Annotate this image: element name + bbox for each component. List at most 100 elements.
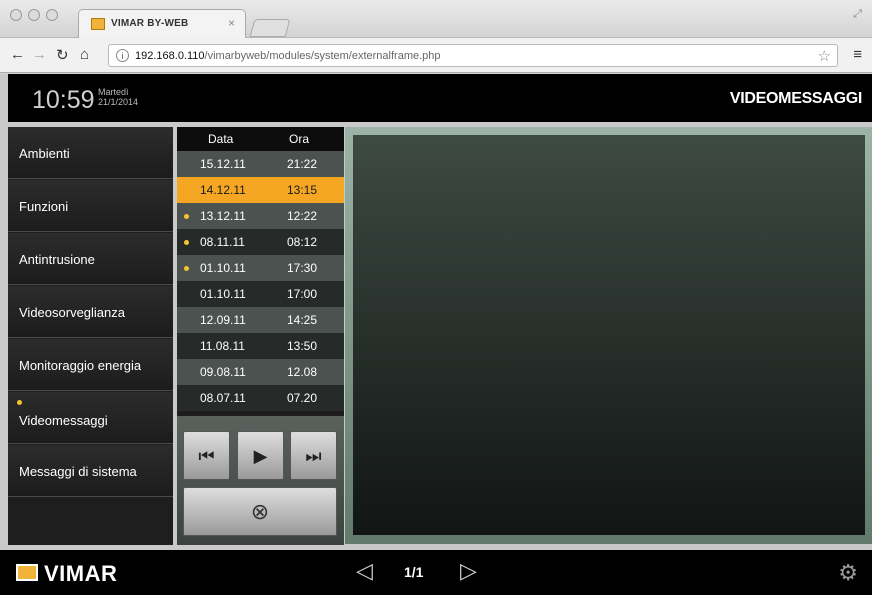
play-icon: ▶ [253,446,268,466]
delete-button[interactable]: ⊗ [183,487,337,536]
sidebar: Ambienti Funzioni Antintrusione Videosor… [8,127,173,545]
page-info-icon[interactable]: i [116,49,129,62]
next-page-icon[interactable]: ▷ [460,558,477,584]
minimize-window-icon[interactable] [28,9,40,21]
unread-indicator-icon [184,240,189,245]
date-display: Martedì 21/1/2014 [98,87,138,107]
weekday: Martedì [98,87,129,97]
reload-icon[interactable]: ↻ [56,46,69,64]
message-date: 08.11.11 [200,235,245,249]
message-date: 15.12.11 [200,157,246,171]
list-item[interactable]: 11.08.11 13:50 [177,333,344,359]
forward-arrow-icon[interactable]: → [32,46,47,63]
list-header: Data Ora [177,127,344,151]
tab-title: VIMAR BY-WEB [111,18,189,29]
message-time: 17:30 [287,261,318,275]
address-bar[interactable]: i 192.168.0.110/vimarbyweb/modules/syste… [108,44,838,67]
bookmark-star-icon[interactable]: ☆ [818,47,831,65]
list-item[interactable]: 12.09.11 14:25 [177,307,344,333]
sidebar-item-ambienti[interactable]: Ambienti [8,127,173,179]
clock: 10:59 [32,86,95,114]
previous-button[interactable]: ⏮ [183,431,230,480]
prev-page-icon[interactable]: ◁ [356,558,373,584]
app-area: 10:59 Martedì 21/1/2014 VIDEOMESSAGGI Am… [0,74,872,595]
column-header-data: Data [208,132,234,146]
delete-icon: ⊗ [250,499,270,524]
next-button[interactable]: ⏭ [290,431,337,480]
list-item[interactable]: 01.10.11 17:00 [177,281,344,307]
message-time: 12.08 [287,365,318,379]
sidebar-empty-slot [8,497,173,545]
sidebar-item-label: Antintrusione [19,252,95,267]
skip-back-icon: ⏮ [198,446,215,466]
message-time: 08:12 [287,235,318,249]
sidebar-item-monitoraggio-energia[interactable]: Monitoraggio energia [8,339,173,391]
message-date: 01.10.11 [200,261,246,275]
list-item[interactable]: 08.07.11 07.20 [177,385,344,411]
sidebar-item-label: Messaggi di sistema [19,464,137,479]
home-icon[interactable]: ⌂ [80,46,89,63]
list-item[interactable]: 08.11.11 08:12 [177,229,344,255]
url-host: 192.168.0.110 [135,50,205,62]
video-panel [345,127,872,544]
list-item[interactable]: 15.12.11 21:22 [177,151,344,177]
vimar-favicon-icon [91,18,105,30]
fullscreen-icon[interactable]: ⤢ [853,8,862,21]
message-date: 13.12.11 [200,209,246,223]
playback-controls: ⏮ ▶ ⏭ ⊗ [177,416,344,545]
message-date: 14.12.11 [200,183,246,197]
zoom-window-icon[interactable] [46,9,58,21]
message-date: 01.10.11 [200,287,246,301]
message-time: 12:22 [287,209,318,223]
app-header: 10:59 Martedì 21/1/2014 VIDEOMESSAGGI [8,74,872,122]
sidebar-item-funzioni[interactable]: Funzioni [8,180,173,232]
sidebar-item-label: Monitoraggio energia [19,358,142,373]
page-indicator: 1/1 [404,564,424,580]
play-button[interactable]: ▶ [237,431,284,480]
app-footer: VIMAR ◁ 1/1 ▷ ⚙ [0,550,872,595]
sidebar-item-label: Ambienti [19,146,70,161]
new-tab-button[interactable] [249,19,291,37]
message-date: 12.09.11 [200,313,246,327]
unread-indicator-icon [184,214,189,219]
date: 21/1/2014 [98,97,139,107]
browser-menu-icon[interactable]: ≡ [853,46,862,63]
vimar-logo-icon [16,564,38,581]
sidebar-item-label: Videosorveglianza [19,305,125,320]
message-time: 21:22 [287,157,318,171]
browser-titlebar: VIMAR BY-WEB × ⤢ [0,0,872,38]
list-item[interactable]: 09.08.11 12.08 [177,359,344,385]
settings-gear-icon[interactable]: ⚙ [838,560,858,586]
message-time: 07.20 [287,391,318,405]
list-item-selected[interactable]: 14.12.11 13:15 [177,177,344,203]
message-time: 13:50 [287,339,318,353]
brand-logo: VIMAR [44,561,118,586]
url-text: 192.168.0.110/vimarbyweb/modules/system/… [135,50,441,62]
sidebar-item-antintrusione[interactable]: Antintrusione [8,233,173,285]
close-window-icon[interactable] [10,9,22,21]
list-item[interactable]: 13.12.11 12:22 [177,203,344,229]
message-time: 13:15 [287,183,318,197]
browser-tab[interactable]: VIMAR BY-WEB × [78,9,246,38]
message-time: 17:00 [287,287,318,301]
sidebar-item-label: Videomessaggi [19,413,108,428]
tab-close-icon[interactable]: × [228,16,235,30]
sidebar-item-videosorveglianza[interactable]: Videosorveglianza [8,286,173,338]
url-path: /vimarbyweb/modules/system/externalframe… [204,50,441,62]
video-display[interactable] [353,135,865,535]
message-date: 08.07.11 [200,391,246,405]
unread-indicator-icon [17,400,22,405]
back-arrow-icon[interactable]: ← [10,46,25,63]
page-title: VIDEOMESSAGGI [729,90,862,107]
sidebar-item-label: Funzioni [19,199,69,214]
sidebar-item-videomessaggi[interactable]: Videomessaggi [8,392,173,444]
message-date: 11.08.11 [200,339,245,353]
unread-indicator-icon [184,266,189,271]
column-header-ora: Ora [289,132,310,146]
message-time: 14:25 [287,313,318,327]
sidebar-item-messaggi-di-sistema[interactable]: Messaggi di sistema [8,445,173,497]
list-item[interactable]: 01.10.11 17:30 [177,255,344,281]
message-date: 09.08.11 [200,365,246,379]
browser-toolbar: ← → ↻ ⌂ i 192.168.0.110/vimarbyweb/modul… [0,38,872,73]
skip-forward-icon: ⏭ [305,446,322,466]
